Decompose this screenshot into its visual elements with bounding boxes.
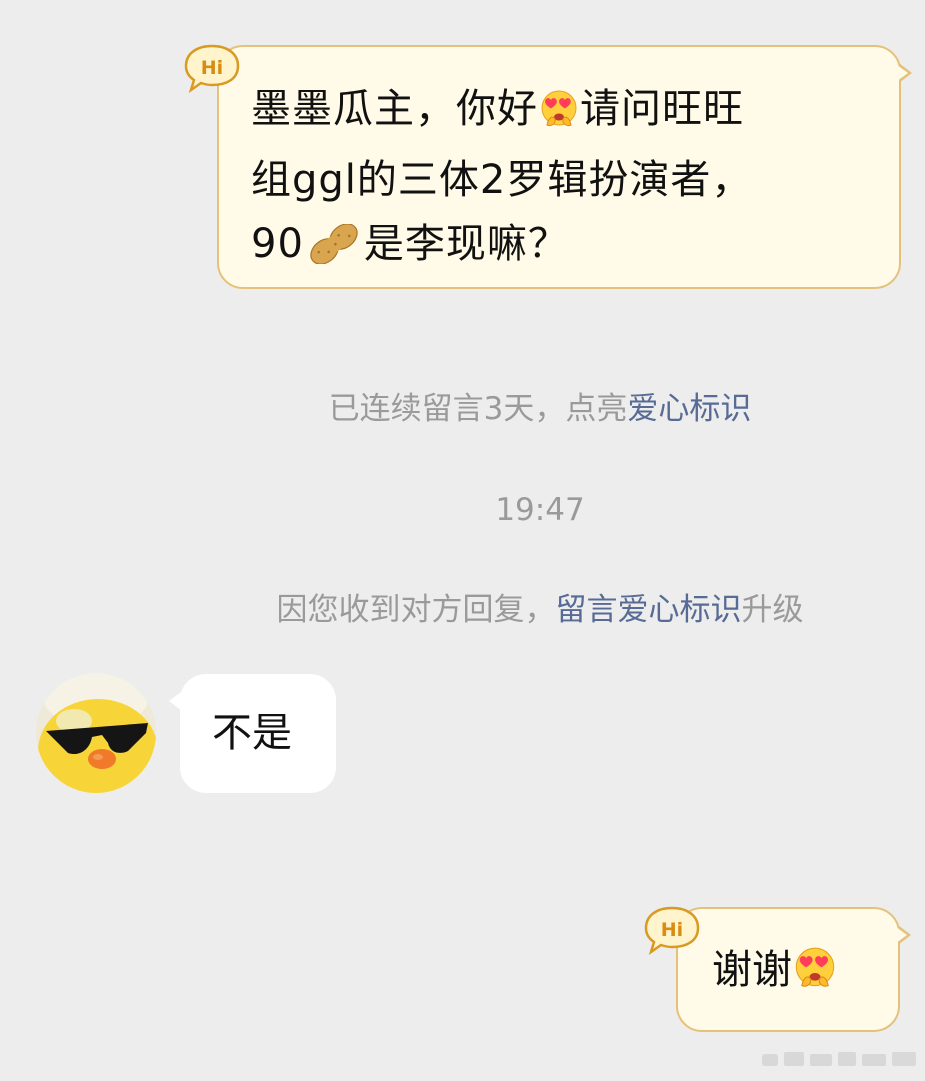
duck-with-sunglasses-icon xyxy=(36,673,156,793)
heart-badge-link[interactable]: 爱心标识 xyxy=(627,391,751,427)
message-text: 不是 xyxy=(212,710,292,756)
peanut-icon xyxy=(305,219,363,283)
outgoing-message-bubble[interactable]: 墨墨瓜主，你好 请问旺旺 组ggl的三体2罗辑扮演者， 90 是李现嘛？ xyxy=(217,45,912,289)
outgoing-message-bubble[interactable]: 谢谢 xyxy=(676,907,911,1032)
heart-eyes-emoji-icon xyxy=(793,946,837,1002)
message-text: 谢谢 xyxy=(712,945,838,1002)
incoming-message-bubble[interactable]: 不是 xyxy=(169,674,336,793)
streak-notice: 已连续留言3天，点亮爱心标识 xyxy=(328,391,752,427)
hi-badge-icon: Hi xyxy=(643,905,701,955)
message-timestamp: 19:47 xyxy=(495,492,585,528)
message-text: 墨墨瓜主，你好 请问旺旺 组ggl的三体2罗辑扮演者， 90 是李现嘛？ xyxy=(251,77,871,283)
heart-badge-upgrade-link[interactable]: 留言爱心标识 xyxy=(556,592,742,628)
bubble-tail xyxy=(169,692,181,710)
svg-text:Hi: Hi xyxy=(201,57,223,79)
hi-badge-icon: Hi xyxy=(183,43,241,93)
watermark-icon xyxy=(760,1048,920,1070)
bubble-tail xyxy=(897,63,912,83)
heart-eyes-emoji-icon xyxy=(539,84,579,148)
avatar[interactable] xyxy=(36,673,156,793)
bubble-tail xyxy=(896,925,911,945)
svg-text:Hi: Hi xyxy=(661,919,683,941)
upgrade-notice: 因您收到对方回复，留言爱心标识升级 xyxy=(276,592,804,628)
